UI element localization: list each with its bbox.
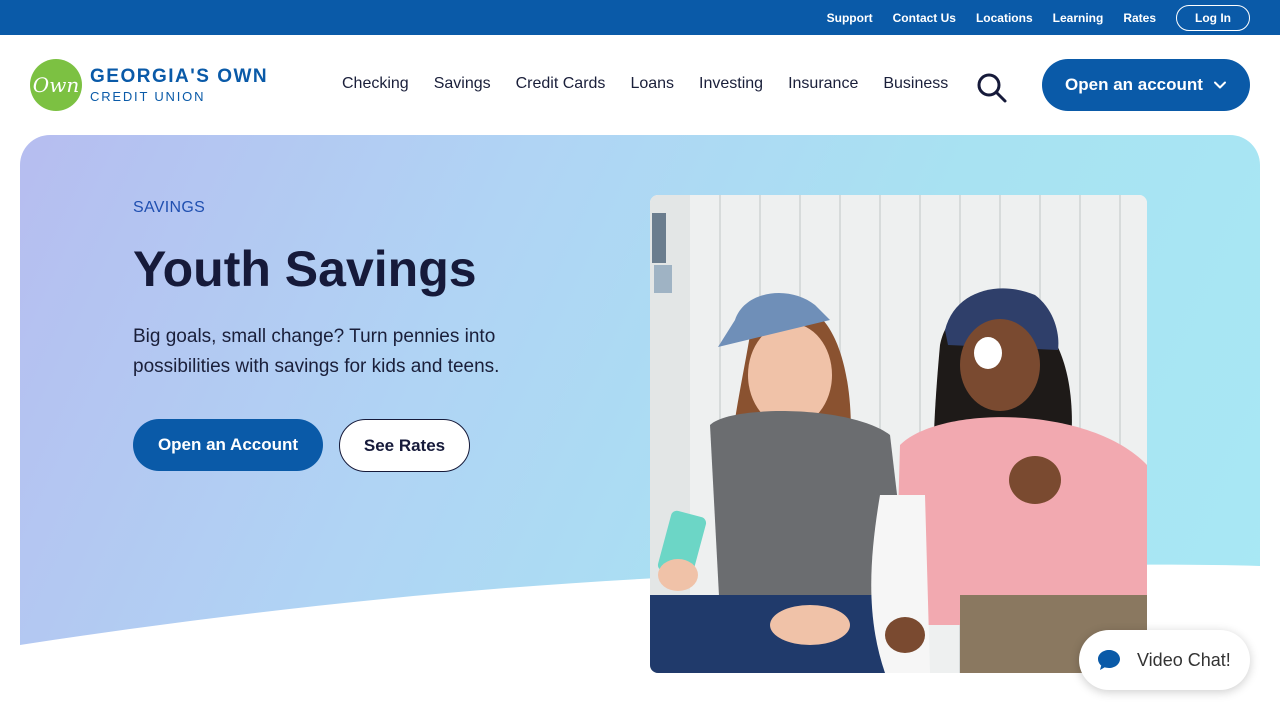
main-nav: Checking Savings Credit Cards Loans Inve… (342, 75, 973, 93)
see-rates-button[interactable]: See Rates (339, 419, 470, 472)
nav-item-investing[interactable]: Investing (699, 75, 763, 93)
utility-link-rates[interactable]: Rates (1123, 11, 1156, 25)
hero-photo-illustration (650, 195, 1147, 673)
hero-title: Youth Savings (133, 241, 477, 297)
nav-item-checking[interactable]: Checking (342, 75, 409, 93)
hero-photo (650, 195, 1147, 673)
chevron-down-icon (1213, 81, 1226, 89)
hero-eyebrow: SAVINGS (133, 199, 206, 216)
open-account-label: Open an account (1065, 75, 1203, 94)
utility-link-support[interactable]: Support (827, 11, 873, 25)
chat-bubble-icon (1098, 650, 1120, 670)
video-chat-button[interactable]: Video Chat! (1079, 630, 1250, 690)
nav-item-insurance[interactable]: Insurance (788, 75, 858, 93)
utility-bar: Support Contact Us Locations Learning Ra… (0, 0, 1280, 35)
open-account-dropdown-button[interactable]: Open an account (1042, 59, 1250, 111)
utility-link-learning[interactable]: Learning (1053, 11, 1104, 25)
utility-link-locations[interactable]: Locations (976, 11, 1033, 25)
brand-subtitle: CREDIT UNION (90, 89, 206, 104)
logo-mark: Own (30, 59, 82, 111)
main-header: Own GEORGIA'S OWN CREDIT UNION Checking … (0, 35, 1280, 135)
logo-text: GEORGIA'S OWN CREDIT UNION (90, 66, 268, 104)
open-an-account-button[interactable]: Open an Account (133, 419, 323, 471)
brand-name: GEORGIA'S OWN (90, 66, 269, 87)
utility-link-contact-us[interactable]: Contact Us (893, 11, 956, 25)
video-chat-label: Video Chat! (1137, 649, 1231, 670)
nav-item-credit-cards[interactable]: Credit Cards (516, 75, 606, 93)
login-button[interactable]: Log In (1176, 4, 1250, 31)
hero-description: Big goals, small change? Turn pennies in… (133, 326, 500, 377)
brand-logo[interactable]: Own GEORGIA'S OWN CREDIT UNION (30, 59, 268, 111)
nav-item-savings[interactable]: Savings (434, 75, 491, 93)
nav-item-business[interactable]: Business (883, 75, 948, 93)
search-icon[interactable] (976, 72, 1008, 104)
nav-item-loans[interactable]: Loans (630, 75, 674, 93)
